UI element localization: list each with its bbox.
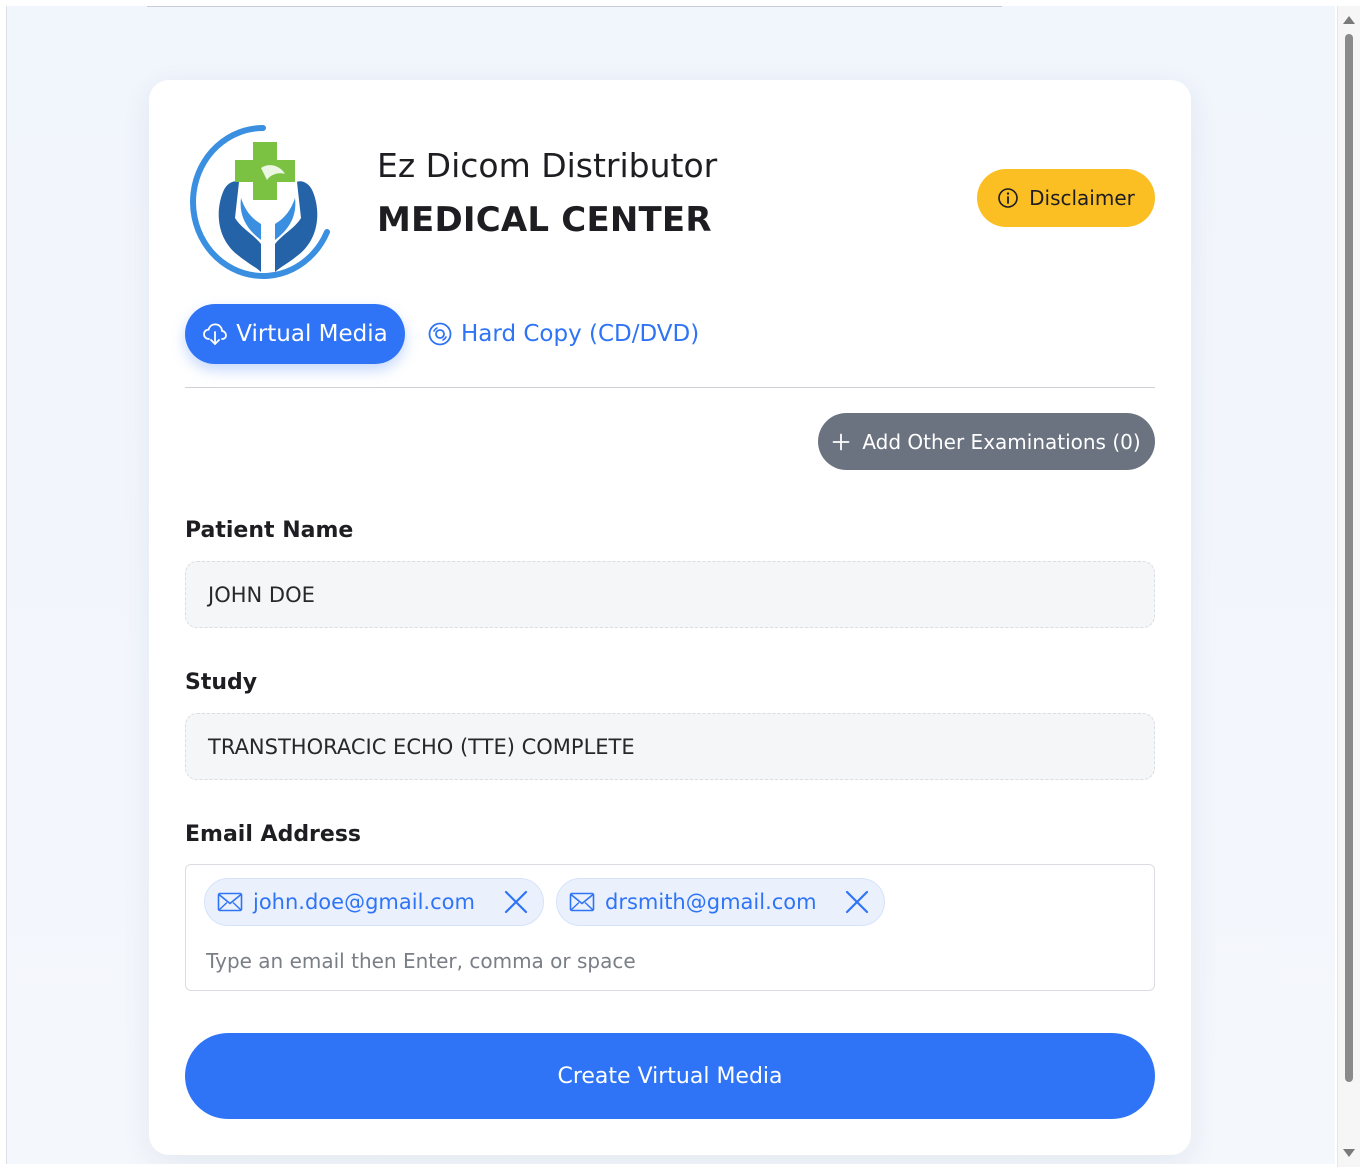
disclaimer-label: Disclaimer bbox=[1029, 186, 1135, 210]
top-divider bbox=[147, 6, 1002, 7]
tab-hard-copy[interactable]: Hard Copy (CD/DVD) bbox=[427, 304, 699, 364]
scroll-down-arrow-icon[interactable] bbox=[1343, 1149, 1355, 1157]
patient-name-field: JOHN DOE bbox=[185, 561, 1155, 628]
add-other-examinations-button[interactable]: Add Other Examinations (0) bbox=[818, 413, 1155, 470]
tab-hard-copy-label: Hard Copy (CD/DVD) bbox=[461, 321, 700, 347]
plus-icon bbox=[832, 433, 850, 450]
vertical-scrollbar[interactable] bbox=[1337, 6, 1360, 1167]
tab-virtual-media[interactable]: Virtual Media bbox=[185, 304, 405, 364]
disc-icon bbox=[428, 322, 452, 346]
study-value: TRANSTHORACIC ECHO (TTE) COMPLETE bbox=[208, 734, 635, 759]
brand-subtitle: MEDICAL CENTER bbox=[377, 200, 712, 240]
email-chip: john.doe@gmail.com bbox=[204, 878, 544, 926]
medical-logo-icon bbox=[190, 125, 330, 279]
email-chip-text: john.doe@gmail.com bbox=[253, 890, 475, 914]
disclaimer-button[interactable]: Disclaimer bbox=[977, 169, 1155, 227]
envelope-icon bbox=[217, 892, 243, 912]
email-tag-input[interactable]: john.doe@gmail.com drsmith@gmail.com bbox=[185, 864, 1155, 991]
scroll-up-arrow-icon[interactable] bbox=[1343, 16, 1355, 24]
cloud-download-icon bbox=[203, 323, 228, 345]
patient-name-value: JOHN DOE bbox=[208, 582, 315, 607]
scrollbar-thumb[interactable] bbox=[1345, 34, 1353, 1082]
create-virtual-media-button[interactable]: Create Virtual Media bbox=[185, 1033, 1155, 1119]
patient-name-label: Patient Name bbox=[185, 518, 354, 543]
main-card: Ez Dicom Distributor MEDICAL CENTER Disc… bbox=[149, 80, 1191, 1155]
page-viewport: Ez Dicom Distributor MEDICAL CENTER Disc… bbox=[6, 6, 1335, 1164]
add-other-examinations-label: Add Other Examinations (0) bbox=[862, 429, 1141, 454]
close-icon[interactable] bbox=[844, 889, 870, 915]
email-address-label: Email Address bbox=[185, 822, 362, 847]
envelope-icon bbox=[569, 892, 595, 912]
tab-virtual-media-label: Virtual Media bbox=[236, 321, 388, 347]
brand-title: Ez Dicom Distributor bbox=[377, 146, 718, 185]
email-chip: drsmith@gmail.com bbox=[556, 878, 885, 926]
email-chip-text: drsmith@gmail.com bbox=[605, 890, 817, 914]
info-icon bbox=[998, 188, 1018, 208]
email-input[interactable] bbox=[206, 941, 1126, 981]
study-field: TRANSTHORACIC ECHO (TTE) COMPLETE bbox=[185, 713, 1155, 780]
study-label: Study bbox=[185, 670, 258, 695]
close-icon[interactable] bbox=[503, 889, 529, 915]
tabs-divider bbox=[185, 387, 1155, 388]
